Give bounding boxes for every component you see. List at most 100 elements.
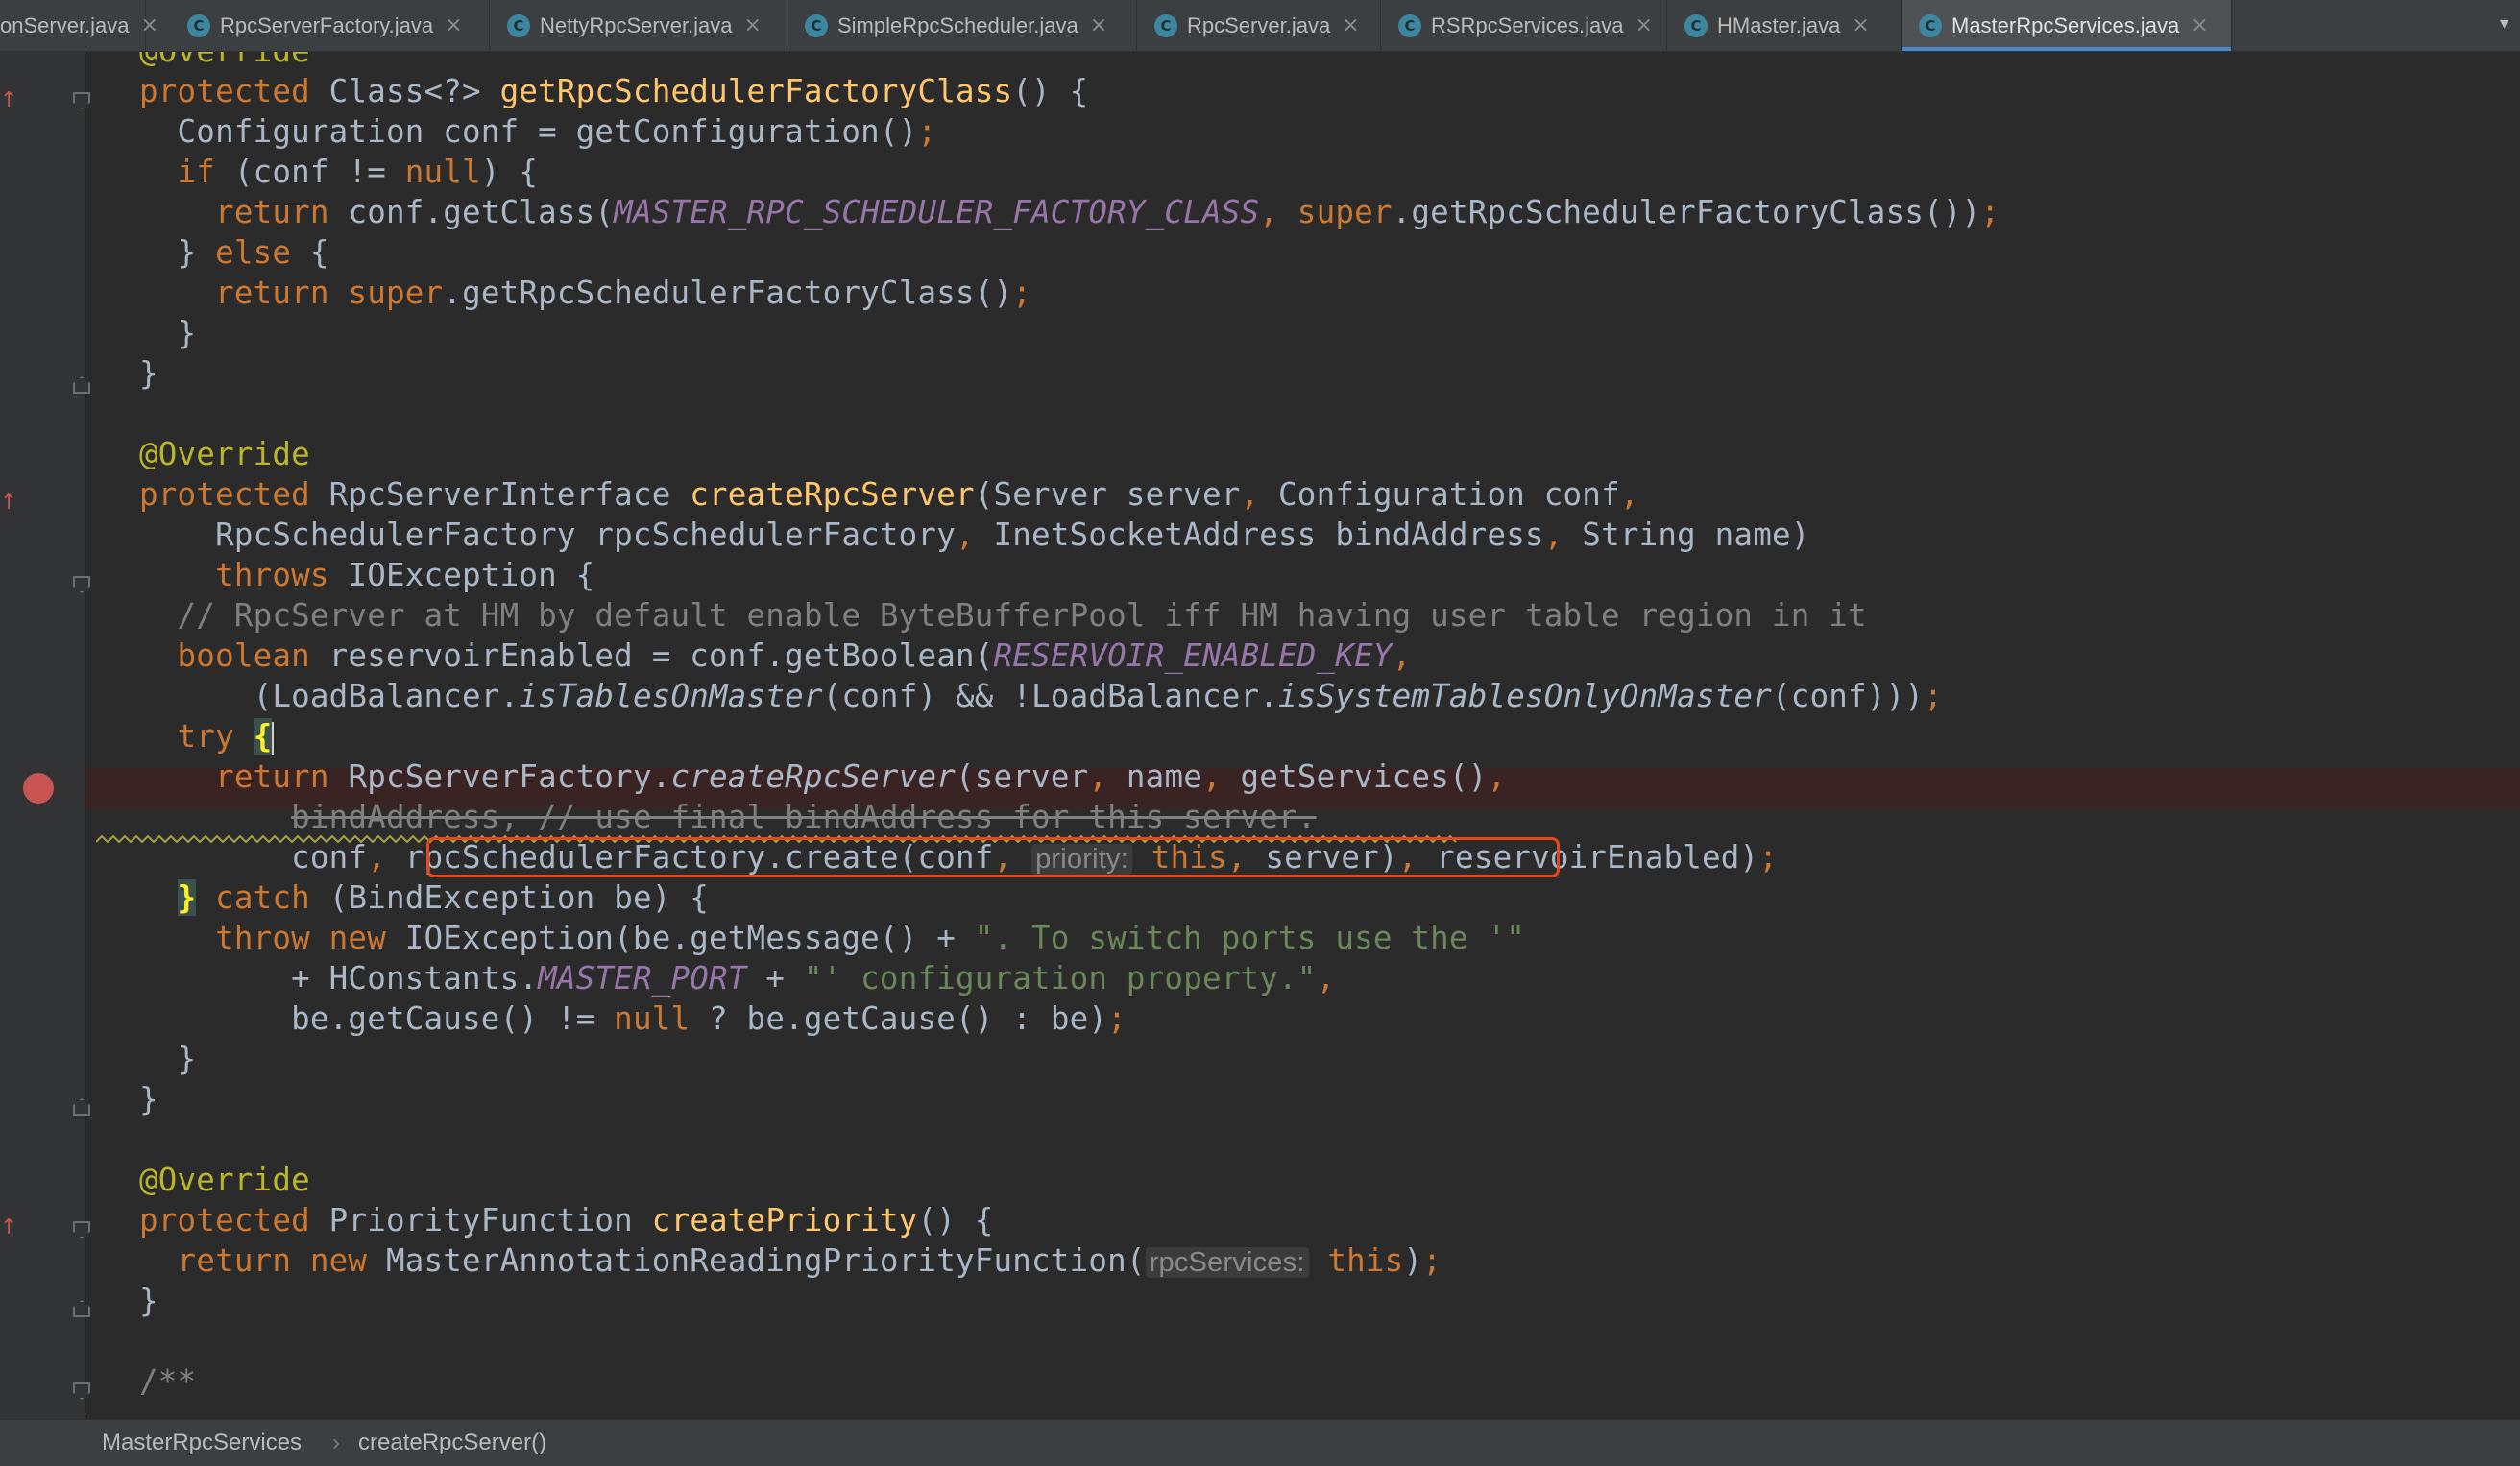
code-line[interactable]: + HConstants.MASTER_PORT + "' configurat… <box>0 958 1335 998</box>
close-icon[interactable]: × <box>744 13 762 37</box>
code-token: + <box>746 960 804 997</box>
keyword: protected <box>139 1202 310 1238</box>
tab-rpcserverfactory-java[interactable]: C RpcServerFactory.java × <box>170 0 490 51</box>
code-line[interactable]: try { <box>0 716 275 757</box>
tab-simplerpcscheduler-java[interactable]: C SimpleRpcScheduler.java × <box>788 0 1137 51</box>
code-line[interactable]: } <box>0 1281 158 1321</box>
code-token: conf.getClass( <box>328 194 615 230</box>
tab-onserver-java[interactable]: onServer.java × <box>0 0 158 51</box>
code-line[interactable]: bindAddress, // use final bindAddress fo… <box>0 797 1316 837</box>
code-line[interactable]: return new MasterAnnotationReadingPriori… <box>0 1240 1442 1281</box>
tab-masterrpcservices-java[interactable]: C MasterRpcServices.java × <box>1902 0 2232 51</box>
keyword: else <box>215 234 292 271</box>
code-line[interactable]: throw new IOException(be.getMessage() + … <box>0 918 1525 958</box>
code-token: MasterAnnotationReadingPriorityFunction( <box>367 1242 1146 1279</box>
tab-overflow-icon[interactable]: ▾ <box>2500 13 2508 34</box>
code-line[interactable]: // RpcServer at HM by default enable Byt… <box>0 595 1867 636</box>
code-line[interactable]: /** <box>0 1361 196 1402</box>
java-class-icon: C <box>805 13 828 37</box>
tab-label: RpcServerFactory.java <box>220 12 434 37</box>
code-token: .getRpcSchedulerFactoryClass() <box>443 275 1013 311</box>
static-method: createRpcServer <box>670 758 956 795</box>
code-line[interactable]: return super.getRpcSchedulerFactoryClass… <box>0 273 1031 313</box>
breadcrumb-method[interactable]: createRpcServer() <box>358 1430 546 1456</box>
code-token: (LoadBalancer. <box>139 678 520 714</box>
code-line[interactable]: throws IOException { <box>0 555 594 595</box>
method-name: createRpcServer <box>690 476 975 513</box>
code-line[interactable]: } catch (BindException be) { <box>0 877 709 918</box>
code-line[interactable]: @Override <box>0 1160 310 1200</box>
keyword: if <box>139 154 216 190</box>
close-icon[interactable]: × <box>2191 13 2208 37</box>
code-token: } <box>139 1081 158 1118</box>
code-token: (conf != <box>215 154 405 190</box>
keyword: null <box>404 154 481 190</box>
matched-brace: } <box>177 879 197 916</box>
code-token: } <box>139 355 158 392</box>
code-line[interactable]: boolean reservoirEnabled = conf.getBoole… <box>0 636 1412 676</box>
semicolon: ; <box>917 113 937 150</box>
code-line[interactable]: } <box>0 353 158 394</box>
code-line[interactable]: RpcSchedulerFactory rpcSchedulerFactory,… <box>0 515 1809 555</box>
parameter-hint: rpcServices: <box>1145 1247 1309 1278</box>
code-editor[interactable]: ↑ ↑ ↑ @Override protected Class<?> getRp… <box>0 52 2520 1419</box>
tab-rsrpcservices-java[interactable]: C RSRpcServices.java × <box>1381 0 1667 51</box>
close-icon[interactable]: × <box>1090 13 1107 37</box>
code-line[interactable]: protected RpcServerInterface createRpcSe… <box>0 474 1638 515</box>
semicolon: ; <box>1758 839 1779 876</box>
code-token: Configuration conf <box>1259 476 1620 513</box>
code-line[interactable]: } <box>0 1079 158 1119</box>
code-token: (BindException be) { <box>309 879 710 916</box>
tab-nettyrpcserver-java[interactable]: C NettyRpcServer.java × <box>490 0 788 51</box>
close-icon[interactable]: × <box>141 13 158 37</box>
comma: , <box>1619 476 1639 513</box>
keyword: protected <box>139 476 310 513</box>
comma: , <box>1259 194 1297 230</box>
code-comment: // RpcServer at HM by default enable Byt… <box>139 597 1867 634</box>
code-token: RpcServerInterface <box>309 476 691 513</box>
code-line[interactable]: return conf.getClass(MASTER_RPC_SCHEDULE… <box>0 192 1999 232</box>
close-icon[interactable]: × <box>1636 13 1653 37</box>
code-line[interactable]: if (conf != null) { <box>0 152 538 192</box>
code-token: RpcSchedulerFactory rpcSchedulerFactory <box>139 517 956 553</box>
comma: , <box>1487 758 1507 795</box>
keyword: this <box>1308 1242 1404 1279</box>
code-line[interactable]: be.getCause() != null ? be.getCause() : … <box>0 998 1127 1039</box>
tab-label: MasterRpcServices.java <box>1951 12 2180 37</box>
code-token: } <box>139 1041 197 1077</box>
close-icon[interactable]: × <box>1342 13 1359 37</box>
code-line[interactable]: } <box>0 1039 197 1079</box>
tab-hmaster-java[interactable]: C HMaster.java × <box>1667 0 1902 51</box>
tab-label: onServer.java <box>0 12 130 37</box>
comma: , <box>1240 476 1260 513</box>
static-method: isSystemTablesOnlyOnMaster <box>1278 678 1772 714</box>
code-line[interactable]: protected Class<?> getRpcSchedulerFactor… <box>0 71 1088 111</box>
code-line[interactable]: @Override <box>0 52 310 71</box>
semicolon: ; <box>1012 275 1032 311</box>
code-line[interactable]: } else { <box>0 232 329 273</box>
code-line[interactable]: @Override <box>0 434 310 474</box>
annotation: @Override <box>139 1162 310 1198</box>
keyword: boolean <box>139 637 310 674</box>
tab-rpcserver-java[interactable]: C RpcServer.java × <box>1137 0 1381 51</box>
constant: MASTER_PORT <box>538 960 747 997</box>
code-line[interactable]: return RpcServerFactory.createRpcServer(… <box>0 757 1506 797</box>
java-class-icon: C <box>507 13 530 37</box>
close-icon[interactable]: × <box>445 13 462 37</box>
code-token: Class<?> <box>309 73 500 109</box>
code-token: PriorityFunction <box>309 1202 652 1238</box>
close-icon[interactable]: × <box>1852 13 1869 37</box>
code-line[interactable]: protected PriorityFunction createPriorit… <box>0 1200 993 1240</box>
code-line[interactable]: (LoadBalancer.isTablesOnMaster(conf) && … <box>0 676 1943 716</box>
keyword: catch <box>196 879 310 916</box>
code-line[interactable]: Configuration conf = getConfiguration(); <box>0 111 936 152</box>
code-line[interactable]: } <box>0 313 197 353</box>
code-token: () { <box>917 1202 994 1238</box>
code-line[interactable]: conf, rpcSchedulerFactory.create(conf, p… <box>0 837 1778 877</box>
code-token: reservoirEnabled = conf.getBoolean( <box>309 637 994 674</box>
breadcrumb-class[interactable]: MasterRpcServices <box>102 1430 302 1456</box>
